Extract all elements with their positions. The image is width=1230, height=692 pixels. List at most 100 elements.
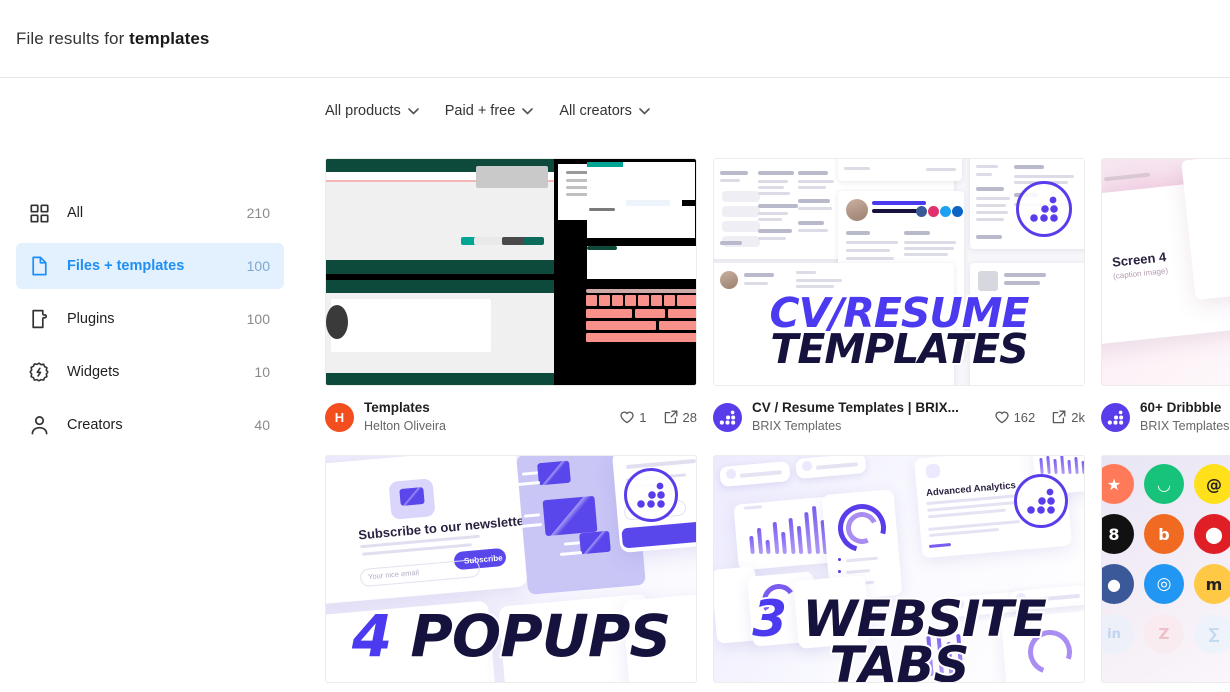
brix-badge-icon bbox=[624, 468, 678, 522]
sidebar-item-widgets[interactable]: Widgets 10 bbox=[16, 349, 284, 395]
card-stats: 1 28 bbox=[612, 410, 697, 425]
card-thumbnail[interactable]: Subscribe to our newsletter Subscribe Yo… bbox=[325, 455, 697, 683]
card-text-group: CV / Resume Templates | BRIX... BRIX Tem… bbox=[752, 399, 977, 435]
card-thumbnail[interactable]: Screen 4 (caption image) 60+ SHOT bbox=[1101, 158, 1230, 386]
sidebar-item-count: 10 bbox=[254, 364, 270, 380]
card-thumbnail[interactable] bbox=[325, 158, 697, 386]
chevron-down-icon bbox=[639, 107, 650, 114]
result-card[interactable]: H Templates Helton Oliveira 1 28 bbox=[325, 158, 697, 435]
sidebar-item-count: 100 bbox=[246, 311, 270, 327]
brix-dots-icon bbox=[719, 410, 736, 425]
page-title: File results for templates bbox=[16, 29, 209, 49]
sidebar-item-files-templates[interactable]: Files + templates 100 bbox=[16, 243, 284, 289]
card-text-group: 60+ Dribbble BRIX Templates bbox=[1140, 399, 1230, 435]
duplicate-stat[interactable]: 28 bbox=[664, 410, 697, 425]
filter-bar: All products Paid + free All creators bbox=[325, 94, 1230, 128]
filter-label: All products bbox=[325, 103, 401, 119]
logo-circle: ★ bbox=[1102, 464, 1134, 504]
logo-circle: @ bbox=[1194, 464, 1230, 504]
brix-dots-icon bbox=[1030, 196, 1058, 222]
heart-icon bbox=[994, 411, 1009, 423]
card-thumbnail[interactable]: Advanced Analytics 3 WEBSITE TABS bbox=[713, 455, 1085, 683]
logo-circle: b bbox=[1144, 514, 1184, 554]
result-card[interactable]: Subscribe to our newsletter Subscribe Yo… bbox=[325, 455, 697, 683]
duplicate-stat[interactable]: 2k bbox=[1052, 410, 1085, 425]
sidebar: All 210 Files + templates 100 Plugins 10… bbox=[0, 78, 300, 692]
logo-circle: m bbox=[1194, 564, 1230, 604]
filter-label: Paid + free bbox=[444, 103, 516, 119]
sidebar-item-count: 100 bbox=[246, 258, 270, 274]
thumb-headline-top: 60+ bbox=[1102, 307, 1230, 346]
like-stat[interactable]: 162 bbox=[994, 409, 1036, 425]
brix-dots-icon bbox=[1107, 410, 1124, 425]
sidebar-item-label: Files + templates bbox=[67, 258, 185, 274]
logo-circle: ⬤ bbox=[1194, 514, 1230, 554]
thumb-headline-top: 70+ TECH bbox=[1102, 652, 1230, 682]
filter-all-products[interactable]: All products bbox=[325, 103, 419, 119]
duplicate-icon bbox=[664, 410, 677, 424]
thumb-headline-top: 4 POPUPS bbox=[326, 605, 696, 667]
card-meta: H Templates Helton Oliveira 1 28 bbox=[325, 386, 697, 435]
widget-icon bbox=[28, 361, 50, 383]
sidebar-item-all[interactable]: All 210 bbox=[16, 190, 284, 236]
file-icon bbox=[28, 255, 50, 277]
logo-circle: in bbox=[1102, 614, 1134, 654]
filter-label: All creators bbox=[559, 103, 632, 119]
filter-all-creators[interactable]: All creators bbox=[559, 103, 650, 119]
sidebar-item-label: Plugins bbox=[67, 311, 115, 327]
thumb-headline-bottom: TABS bbox=[827, 636, 971, 683]
thumb-headline-number: 3 bbox=[750, 590, 789, 648]
logo-circle: ∑ bbox=[1194, 614, 1230, 654]
like-stat[interactable]: 1 bbox=[620, 409, 647, 425]
sidebar-item-label: Widgets bbox=[67, 364, 120, 380]
page-body: All 210 Files + templates 100 Plugins 10… bbox=[0, 78, 1230, 692]
page-title-query: templates bbox=[129, 28, 210, 48]
heart-icon bbox=[620, 411, 634, 423]
sidebar-item-creators[interactable]: Creators 40 bbox=[16, 402, 284, 448]
card-thumbnail[interactable]: CV/RESUME TEMPLATES bbox=[713, 158, 1085, 386]
card-meta: 60+ Dribbble BRIX Templates bbox=[1101, 386, 1230, 435]
card-stats: 162 2k bbox=[987, 410, 1085, 425]
card-author[interactable]: BRIX Templates bbox=[1140, 418, 1230, 435]
brix-badge-icon bbox=[1016, 181, 1072, 237]
brix-badge-icon bbox=[1014, 474, 1068, 528]
card-title[interactable]: Templates bbox=[364, 399, 602, 416]
chevron-down-icon bbox=[407, 107, 419, 114]
result-card[interactable]: Advanced Analytics 3 WEBSITE TABS bbox=[713, 455, 1085, 683]
filter-paid-free[interactable]: Paid + free bbox=[445, 103, 534, 119]
results-main: All products Paid + free All creators H … bbox=[300, 78, 1230, 692]
duplicate-count: 2k bbox=[1071, 409, 1085, 425]
sidebar-item-label: Creators bbox=[67, 417, 123, 433]
avatar-letter: H bbox=[334, 409, 345, 425]
card-meta: CV / Resume Templates | BRIX... BRIX Tem… bbox=[713, 386, 1085, 435]
sidebar-item-count: 210 bbox=[246, 205, 270, 221]
thumb-headline-bottom: TEMPLATES bbox=[768, 325, 1030, 373]
avatar: H bbox=[325, 402, 354, 432]
thumb-headline-number: 4 bbox=[350, 602, 394, 670]
brix-dots-icon bbox=[637, 482, 665, 508]
card-title[interactable]: 60+ Dribbble bbox=[1140, 399, 1230, 416]
avatar bbox=[1101, 402, 1130, 432]
result-card[interactable]: CV/RESUME TEMPLATES CV / Resume Template… bbox=[713, 158, 1085, 435]
result-card[interactable]: Screen 4 (caption image) 60+ SHOT bbox=[1101, 158, 1230, 435]
brix-dots-icon bbox=[1027, 488, 1055, 514]
logo-circle: Z bbox=[1144, 614, 1184, 654]
like-count: 1 bbox=[639, 409, 647, 425]
avatar bbox=[713, 402, 742, 432]
card-author[interactable]: BRIX Templates bbox=[752, 418, 977, 435]
card-text-group: Templates Helton Oliveira bbox=[364, 399, 602, 435]
page-header: File results for templates bbox=[0, 0, 1230, 78]
thumb-headline-bottom: SHOT bbox=[1102, 343, 1230, 382]
thumb-headline-word: POPUPS bbox=[408, 602, 673, 670]
results-grid: H Templates Helton Oliveira 1 28 CV/RESU… bbox=[325, 158, 1230, 683]
card-thumbnail[interactable]: ★ ◡ @ Z ● ✓ J R 8 b ⬤ ▶ T V E G bbox=[1101, 455, 1230, 683]
like-count: 162 bbox=[1013, 409, 1036, 425]
card-author[interactable]: Helton Oliveira bbox=[364, 418, 602, 435]
sidebar-item-label: All bbox=[67, 205, 84, 221]
page-title-prefix: File results for bbox=[16, 28, 130, 48]
card-title[interactable]: CV / Resume Templates | BRIX... bbox=[752, 399, 977, 416]
logo-circle: 8 bbox=[1102, 514, 1134, 554]
person-icon bbox=[28, 414, 50, 436]
sidebar-item-plugins[interactable]: Plugins 100 bbox=[16, 296, 284, 342]
result-card[interactable]: ★ ◡ @ Z ● ✓ J R 8 b ⬤ ▶ T V E G bbox=[1101, 455, 1230, 683]
